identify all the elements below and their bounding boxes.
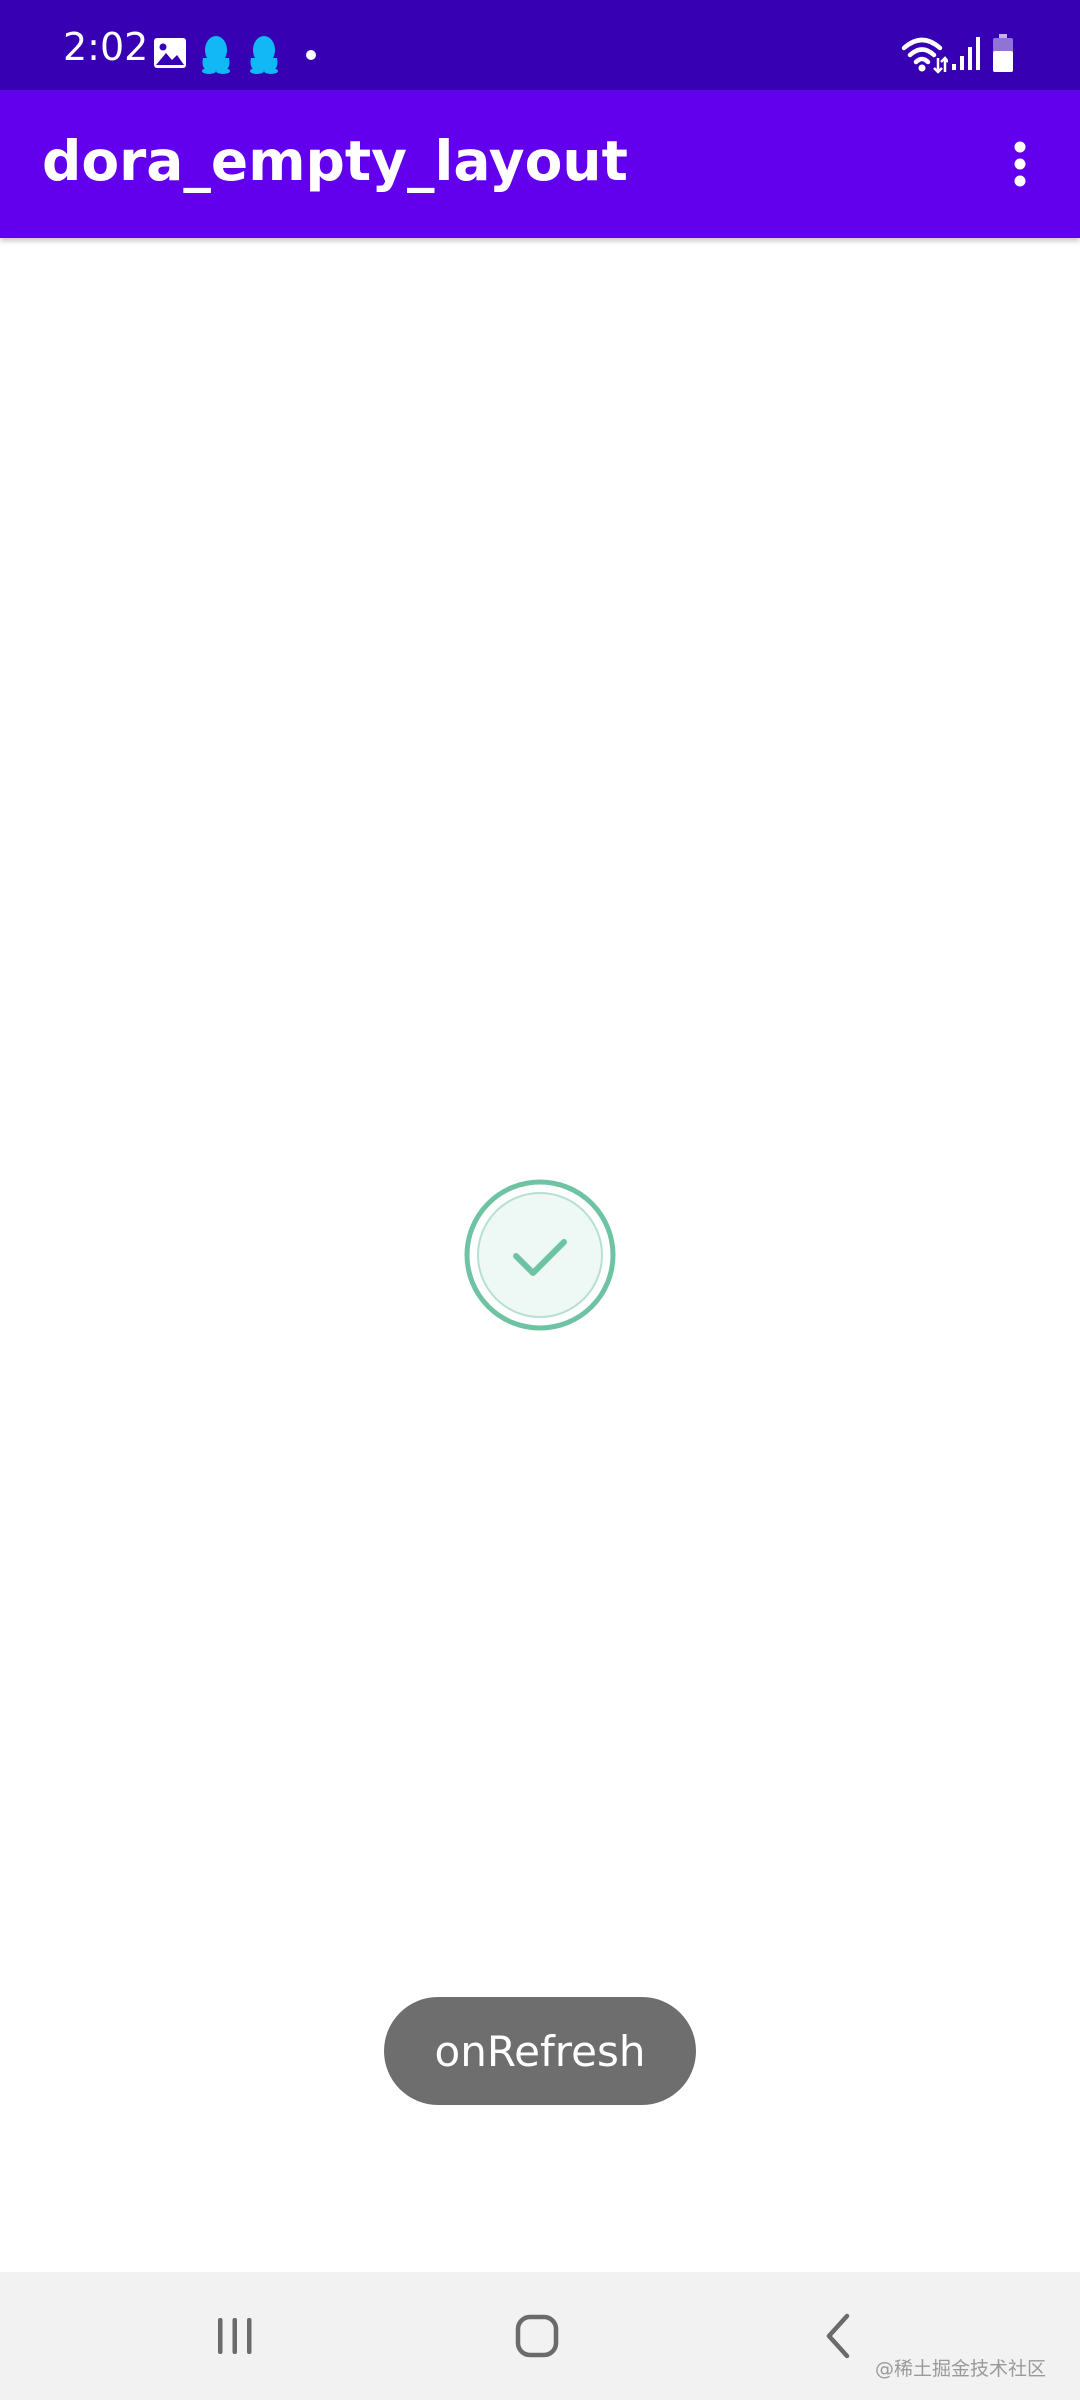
navigation-bar: @稀土掘金技术社区 (0, 2272, 1080, 2400)
qq-icon (250, 36, 278, 74)
back-icon (826, 2313, 850, 2359)
home-icon (515, 2314, 559, 2358)
check-circle-icon (464, 1179, 616, 1331)
more-vert-icon (1014, 141, 1026, 187)
dot-icon (306, 50, 316, 60)
app-title: dora_empty_layout (42, 129, 628, 193)
app-bar: dora_empty_layout (0, 90, 1080, 238)
signal-icon (952, 37, 980, 70)
wifi-icon (901, 37, 948, 74)
watermark: @稀土掘金技术社区 (874, 2358, 1046, 2380)
recents-icon (218, 2318, 252, 2354)
toast-message: onRefresh (384, 1997, 696, 2105)
image-icon (154, 38, 186, 68)
status-time: 2:02 (63, 25, 149, 69)
recents-button[interactable] (175, 2286, 295, 2386)
status-bar: 2:02 (0, 0, 1080, 90)
qq-icon (202, 36, 230, 74)
overflow-menu-button[interactable] (970, 114, 1070, 214)
home-button[interactable] (477, 2286, 597, 2386)
battery-icon (993, 34, 1013, 72)
